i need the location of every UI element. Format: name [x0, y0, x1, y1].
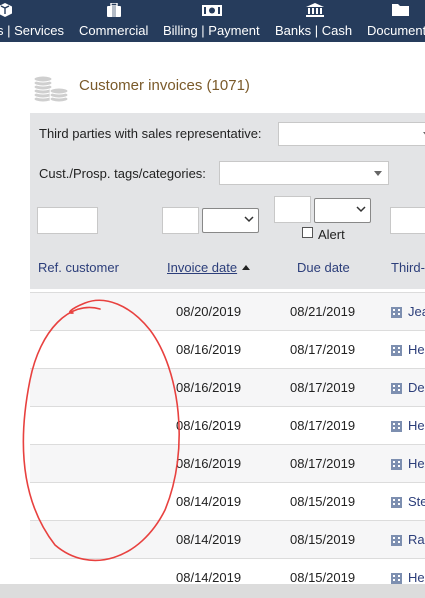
building-icon [391, 573, 402, 584]
top-nav: s | Services Commercial Billing | Paymen… [0, 0, 425, 42]
folder-icon [392, 4, 409, 16]
third-party-link[interactable]: He [408, 418, 425, 433]
invoice-date-cell: 08/16/2019 [176, 456, 242, 471]
invoice-date-cell: 08/16/2019 [176, 342, 242, 357]
invoice-date-cell: 08/16/2019 [176, 418, 242, 433]
col-ref-customer[interactable]: Ref. customer [38, 260, 119, 275]
third-party-link[interactable]: He [408, 570, 425, 585]
banknote-icon [202, 5, 222, 16]
due-date-cell: 08/15/2019 [290, 494, 356, 509]
due-date-cell: 08/17/2019 [290, 380, 356, 395]
tags-filter-label: Cust./Prosp. tags/categories: [39, 166, 206, 181]
building-icon [391, 497, 402, 508]
nav-item-billing[interactable]: Billing | Payment [163, 0, 263, 42]
col-third-party[interactable]: Third- [391, 260, 425, 275]
nav-label-commercial: Commercial [79, 23, 149, 38]
cube-icon [0, 3, 12, 17]
sales-rep-filter-label: Third parties with sales representative: [39, 126, 262, 141]
due-date-cell: 08/15/2019 [290, 532, 356, 547]
page-title: Customer invoices (1071) [79, 77, 250, 94]
chevron-down-icon [244, 216, 254, 223]
sort-up-icon [242, 265, 251, 270]
due-day-filter-input[interactable] [274, 196, 311, 223]
table-row[interactable]: 08/14/2019 08/15/2019 Ste [30, 482, 425, 520]
invoice-date-cell: 08/16/2019 [176, 380, 242, 395]
table-row[interactable]: 08/16/2019 08/17/2019 He [30, 330, 425, 368]
invoice-day-filter-input[interactable] [162, 207, 199, 234]
invoice-month-select[interactable] [202, 208, 259, 233]
third-party-link[interactable]: De [408, 380, 425, 395]
coins-icon [33, 75, 69, 102]
nav-label-documents: Documents [367, 23, 425, 38]
col-invoice-date-label: Invoice date [167, 260, 238, 275]
third-party-link[interactable]: He [408, 456, 425, 471]
building-icon [391, 535, 402, 546]
horizontal-scrollbar[interactable] [0, 584, 425, 598]
table-row[interactable]: 08/20/2019 08/21/2019 Jea [30, 292, 425, 330]
nav-label-banks: Banks | Cash [275, 23, 353, 38]
briefcase-icon [107, 3, 121, 17]
due-date-cell: 08/21/2019 [290, 304, 356, 319]
invoice-date-cell: 08/20/2019 [176, 304, 242, 319]
nav-item-banks[interactable]: Banks | Cash [275, 0, 355, 42]
due-date-cell: 08/17/2019 [290, 456, 356, 471]
due-month-select[interactable] [314, 198, 371, 223]
table-row[interactable]: 08/16/2019 08/17/2019 He [30, 406, 425, 444]
table-row[interactable]: 08/14/2019 08/15/2019 Ra [30, 520, 425, 558]
due-date-cell: 08/17/2019 [290, 418, 356, 433]
nav-item-documents[interactable]: Documents [367, 0, 425, 42]
due-date-cell: 08/15/2019 [290, 570, 356, 585]
alert-label: Alert [318, 227, 345, 242]
col-invoice-date[interactable]: Invoice date [167, 260, 251, 275]
building-icon [391, 459, 402, 470]
ref-customer-filter-input[interactable] [37, 207, 98, 234]
third-party-filter-input[interactable] [390, 207, 425, 234]
chevron-down-icon [356, 206, 366, 213]
nav-label-services: s | Services [0, 23, 64, 38]
invoice-date-cell: 08/14/2019 [176, 494, 242, 509]
third-party-link[interactable]: Ste [408, 494, 425, 509]
tags-select[interactable] [219, 161, 389, 185]
building-icon [391, 383, 402, 394]
building-icon [391, 307, 402, 318]
nav-item-commercial[interactable]: Commercial [79, 0, 153, 42]
table-row[interactable]: 08/16/2019 08/17/2019 De [30, 368, 425, 406]
third-party-link[interactable]: Jea [408, 304, 425, 319]
caret-down-icon [374, 171, 382, 176]
invoice-date-cell: 08/14/2019 [176, 532, 242, 547]
nav-item-services[interactable]: s | Services [0, 0, 69, 42]
building-icon [391, 421, 402, 432]
table-row[interactable]: 08/16/2019 08/17/2019 He [30, 444, 425, 482]
alert-checkbox[interactable] [302, 227, 313, 238]
bank-icon [306, 3, 324, 17]
sales-rep-select[interactable] [278, 122, 425, 146]
invoice-date-cell: 08/14/2019 [176, 570, 242, 585]
col-due-date[interactable]: Due date [297, 260, 350, 275]
nav-label-billing: Billing | Payment [163, 23, 260, 38]
third-party-link[interactable]: Ra [408, 532, 425, 547]
due-date-cell: 08/17/2019 [290, 342, 356, 357]
building-icon [391, 345, 402, 356]
third-party-link[interactable]: He [408, 342, 425, 357]
